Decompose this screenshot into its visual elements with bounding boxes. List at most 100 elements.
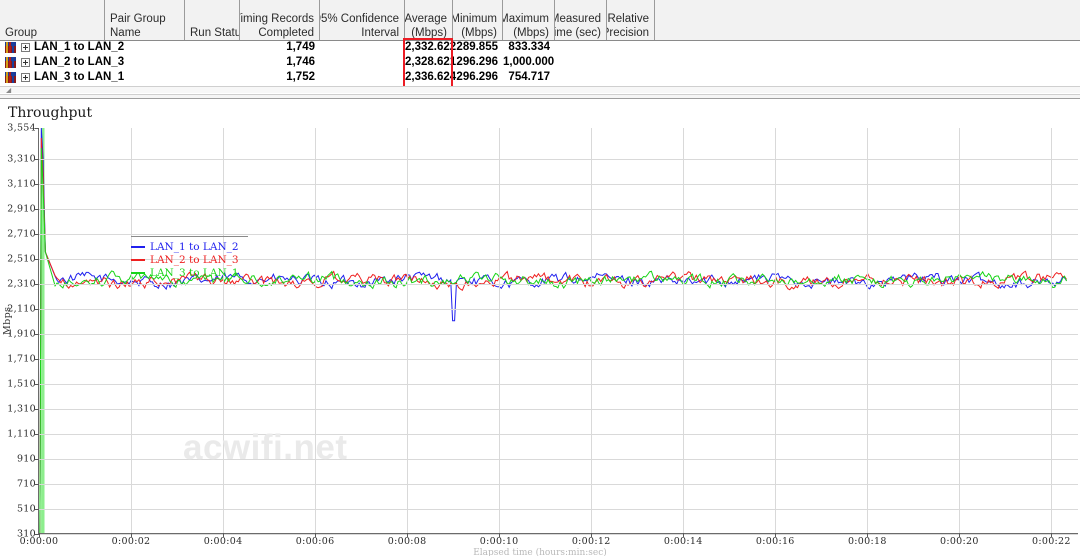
chart-x-tick-label: 0:00:22: [1032, 536, 1071, 547]
chart-x-tick-label: 0:00:16: [755, 536, 795, 547]
expand-plus-icon[interactable]: [21, 58, 30, 67]
chart-y-tick-label: 2,110: [7, 303, 36, 315]
column-header-line2: (Mbps): [461, 26, 497, 39]
table-row[interactable]: LAN_3 to LAN_1 1,752 2,336.624 296.296 754.7…: [0, 70, 1080, 85]
column-header-run_status[interactable]: Run Status: [185, 0, 240, 40]
chart-gridline-vertical: [315, 128, 317, 533]
column-header-relative_precision[interactable]: RelativePrecision: [607, 0, 655, 40]
watermark-center: acwifi.net: [183, 428, 348, 467]
column-header-confidence_interval[interactable]: 95% Confidence Interval: [320, 0, 405, 40]
column-header-line2: Name: [110, 26, 141, 39]
column-header-timing_records_completed[interactable]: Timing Records Completed: [240, 0, 320, 40]
cell-group: LAN_2 to LAN_3: [34, 56, 125, 68]
chart-y-tick-label: 1,110: [7, 428, 36, 440]
cell-minimum_mbps: 289.855: [456, 41, 498, 53]
chart-y-tick-label: 1,710: [7, 353, 36, 365]
chart-x-tick-label: 0:00:02: [111, 536, 151, 547]
chart-plot-area[interactable]: 3,554 3,310 3,110 2,910 2,710 2,510 2,310 2,110…: [7, 123, 1078, 547]
chart-x-tick-label: 0:00:20: [939, 536, 979, 547]
column-header-line1: Measured: [555, 13, 601, 25]
column-header-minimum_mbps[interactable]: Minimum (Mbps): [453, 0, 503, 40]
chart-gridline-vertical: [131, 128, 133, 533]
chart-x-tick-label: 0:00:04: [203, 536, 243, 547]
chart-gridline-vertical: [959, 128, 961, 533]
column-header-line2: Group: [5, 26, 37, 39]
bar-chart-icon[interactable]: [5, 72, 16, 83]
chart-gridline-horizontal: [39, 383, 1078, 385]
column-header-line2: (Mbps): [513, 26, 549, 39]
legend-color-swatch: [131, 271, 145, 274]
bar-chart-icon[interactable]: [5, 42, 16, 53]
cell-group: LAN_1 to LAN_2: [34, 41, 125, 53]
chart-gridline-horizontal: [39, 308, 1078, 310]
chart-x-axis-label: Elapsed time (hours:min:sec): [473, 548, 607, 556]
cell-timing_records_completed: 1,746: [286, 56, 315, 68]
chart-gridline-horizontal: [39, 183, 1078, 185]
chart-x-tick-label: 0:00:18: [847, 536, 887, 547]
expand-plus-icon[interactable]: [21, 43, 30, 52]
table-row[interactable]: LAN_1 to LAN_2 1,749 2,332.622 289.855 833.3…: [0, 40, 1080, 55]
chart-series-line: [40, 148, 1067, 533]
bar-chart-icon[interactable]: [5, 57, 16, 68]
chart-y-tick-label: 1,510: [7, 378, 36, 390]
chart-y-tick-label: 510: [16, 503, 36, 515]
throughput-results-window: Group Pair GroupName Run StatusTiming Reco…: [0, 0, 1080, 556]
legend-label: LAN_3 to LAN_1: [150, 266, 239, 279]
column-header-line2: Interval: [361, 26, 399, 39]
column-header-line1: 95% Confidence: [320, 13, 399, 25]
chart-title: Throughput: [8, 105, 93, 121]
chart-x-tick-label: 0:00:12: [571, 536, 611, 547]
chart-gridline-horizontal: [39, 508, 1078, 510]
cell-timing_records_completed: 1,749: [286, 41, 315, 53]
chart-y-tick-label: 710: [16, 478, 36, 490]
table-row[interactable]: LAN_2 to LAN_3 1,746 2,328.621 296.296 1,000…: [0, 55, 1080, 70]
column-header-group[interactable]: Group: [0, 0, 105, 40]
chart-gridline-vertical: [867, 128, 869, 533]
chart-y-tick-label: 3,110: [7, 178, 36, 190]
chart-gridline-vertical: [499, 128, 501, 533]
chart-x-tick-label: 0:00:14: [663, 536, 703, 547]
column-header-line1: Average: [405, 13, 447, 25]
panel-splitter[interactable]: [0, 93, 1080, 100]
column-header-measured_time_sec[interactable]: MeasuredTime (sec): [555, 0, 607, 40]
column-header-average_mbps[interactable]: Average (Mbps): [405, 0, 453, 40]
legend-item[interactable]: LAN_2 to LAN_3: [131, 253, 248, 266]
column-header-line2: Completed: [258, 26, 314, 39]
cell-maximum_mbps: 754.717: [508, 71, 550, 83]
column-header-maximum_mbps[interactable]: Maximum (Mbps): [503, 0, 555, 40]
results-grid: Group Pair GroupName Run StatusTiming Reco…: [0, 0, 1080, 95]
cell-maximum_mbps: 833.334: [508, 41, 550, 53]
cell-group: LAN_3 to LAN_1: [34, 71, 125, 83]
legend-item[interactable]: LAN_1 to LAN_2: [131, 240, 248, 253]
chart-y-tick-label: 910: [16, 453, 36, 465]
cell-minimum_mbps: 296.296: [456, 56, 498, 68]
chart-gridline-vertical: [407, 128, 409, 533]
chart-gridline-horizontal: [39, 208, 1078, 210]
column-header-line1: Minimum: [453, 13, 497, 25]
chart-y-tick-label: 2,510: [7, 253, 36, 265]
chart-legend: LAN_1 to LAN_2 LAN_2 to LAN_3 LAN_3 to LAN…: [131, 236, 248, 279]
column-header-line1: Maximum: [503, 13, 549, 25]
column-header-pair_group_name[interactable]: Pair Group Name: [105, 0, 185, 40]
chart-gridline-horizontal: [39, 358, 1078, 360]
chart-gridline-vertical: [1051, 128, 1053, 533]
legend-label: LAN_1 to LAN_2: [150, 240, 239, 253]
chart-x-tick-label: 0:00:06: [295, 536, 335, 547]
chart-x-tick-label: 0:00:08: [387, 536, 427, 547]
chart-x-tick-label: 0:00:10: [479, 536, 519, 547]
results-grid-header: Group Pair GroupName Run StatusTiming Reco…: [0, 0, 1080, 41]
chart-gridline-horizontal: [39, 333, 1078, 335]
legend-label: LAN_2 to LAN_3: [150, 253, 239, 266]
chart-gridline-vertical: [223, 128, 225, 533]
legend-item[interactable]: LAN_3 to LAN_1: [131, 266, 248, 279]
chart-y-tick-label: 2,310: [7, 278, 36, 290]
chart-y-tick-label: 1,910: [7, 328, 36, 340]
chart-y-tick-label: 2,910: [7, 203, 36, 215]
cell-average_mbps: 2,332.622: [405, 41, 457, 53]
chart-gridline-horizontal: [39, 483, 1078, 485]
chart-gridline-vertical: [775, 128, 777, 533]
chart-y-tick-label: 3,554: [7, 122, 36, 134]
chart-y-tick-label: 3,310: [7, 153, 36, 165]
expand-plus-icon[interactable]: [21, 73, 30, 82]
cell-average_mbps: 2,328.621: [405, 56, 457, 68]
